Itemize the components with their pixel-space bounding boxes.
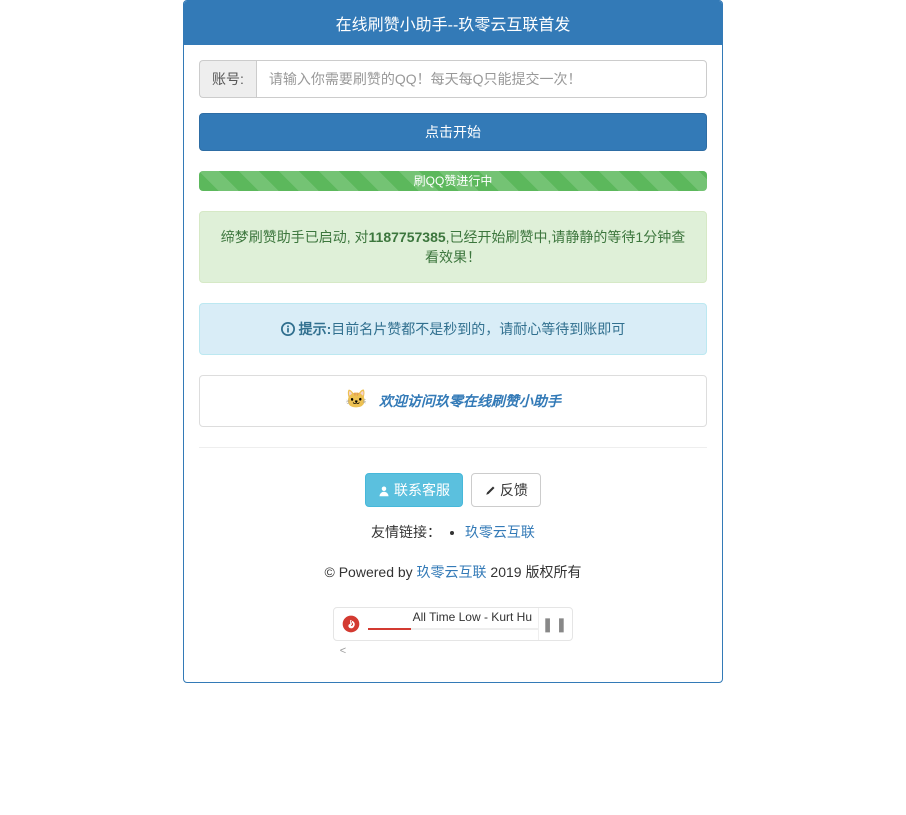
pencil-icon [484, 484, 496, 500]
account-input[interactable] [256, 60, 707, 98]
status-alert: 缔梦刷赞助手已启动, 对1187757385,已经开始刷赞中,请静静的等待1分钟… [199, 211, 707, 283]
footer-buttons: 联系客服 反馈 [199, 458, 707, 512]
tip-alert: 提示:目前名片赞都不是秒到的，请耐心等待到账即可 [199, 303, 707, 355]
divider [199, 447, 707, 448]
music-title: All Time Low - Kurt Hu [413, 610, 532, 624]
welcome-item: 欢迎访问玖零在线刷赞小助手 [200, 376, 706, 426]
feedback-label: 反馈 [500, 482, 528, 498]
copyright-prefix: © Powered by [325, 564, 417, 580]
status-qq: 1187757385 [369, 229, 446, 245]
music-player[interactable]: All Time Low - Kurt Hu ❚❚ [333, 607, 573, 641]
welcome-list: 欢迎访问玖零在线刷赞小助手 [199, 375, 707, 427]
pause-icon[interactable]: ❚❚ [538, 607, 572, 641]
music-lt: < [0, 641, 707, 667]
main-panel: 在线刷赞小助手--玖零云互联首发 账号: 点击开始 刷QQ赞进行中 缔梦刷赞助手… [183, 0, 723, 683]
welcome-text: 欢迎访问玖零在线刷赞小助手 [379, 391, 561, 411]
friendly-link[interactable]: 玖零云互联 [465, 524, 535, 540]
copyright: © Powered by 玖零云互联 2019 版权所有 [199, 552, 707, 592]
music-progress-fill [368, 628, 411, 630]
feedback-button[interactable]: 反馈 [471, 473, 541, 507]
progress-bar-container: 刷QQ赞进行中 [199, 171, 707, 191]
panel-title: 在线刷赞小助手--玖零云互联首发 [184, 1, 722, 45]
progress-bar: 刷QQ赞进行中 [199, 171, 707, 191]
friendly-links: 友情链接： 玖零云互联 [199, 512, 707, 552]
music-track[interactable]: All Time Low - Kurt Hu [368, 608, 538, 640]
cat-icon [345, 391, 373, 411]
info-icon [281, 322, 295, 339]
status-suffix: ,已经开始刷赞中,请静静的等待1分钟查看效果！ [425, 229, 685, 265]
tip-label: 提示: [299, 321, 332, 337]
music-progress[interactable] [368, 628, 538, 630]
friendly-title: 友情链接： [371, 524, 441, 540]
copyright-suffix: 2019 版权所有 [487, 564, 582, 580]
account-label: 账号: [199, 60, 256, 98]
status-prefix: 缔梦刷赞助手已启动, 对 [221, 229, 369, 245]
contact-button[interactable]: 联系客服 [365, 473, 463, 507]
tip-text: 目前名片赞都不是秒到的，请耐心等待到账即可 [331, 321, 625, 337]
contact-label: 联系客服 [394, 482, 450, 498]
user-icon [378, 484, 390, 500]
netease-music-icon [334, 607, 368, 641]
copyright-link[interactable]: 玖零云互联 [417, 564, 487, 580]
account-input-group: 账号: [199, 60, 707, 98]
start-button[interactable]: 点击开始 [199, 113, 707, 151]
